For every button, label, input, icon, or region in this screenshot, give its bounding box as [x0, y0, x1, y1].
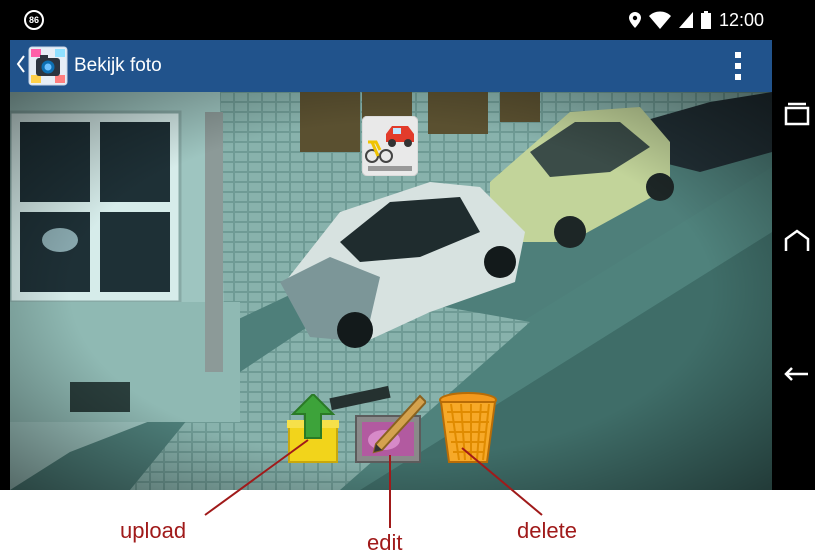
action-bar: Bekijk foto: [10, 40, 772, 92]
page-title: Bekijk foto: [74, 55, 162, 76]
status-bar: 86 12:00: [10, 0, 772, 40]
delete-annotation: delete: [517, 518, 577, 543]
status-time: 12:00: [718, 10, 764, 30]
status-icons: 12:00: [628, 8, 764, 32]
photo-view[interactable]: [10, 92, 772, 490]
screenshot-page: 86 12:00 Bekijk foto upload edit delete: [0, 0, 815, 560]
recents-icon[interactable]: [782, 102, 812, 132]
back-icon[interactable]: [782, 362, 812, 392]
car-type-icon[interactable]: [362, 116, 418, 176]
edit-annotation: edit: [367, 530, 403, 555]
edit-button[interactable]: [354, 394, 426, 466]
delete-button[interactable]: [437, 392, 499, 466]
signal-icon: [678, 12, 693, 28]
upload-annotation: upload: [120, 518, 187, 543]
navigation-bar: [772, 0, 815, 490]
location-icon: [628, 12, 641, 28]
phone-screen: 86 12:00 Bekijk foto: [0, 0, 815, 490]
notification-badge: 86: [24, 10, 44, 30]
upload-button[interactable]: [285, 394, 343, 464]
battery-icon: [700, 11, 711, 29]
app-icon[interactable]: [28, 46, 68, 86]
back-chevron-icon[interactable]: [14, 52, 28, 76]
overflow-menu-icon[interactable]: [730, 50, 746, 82]
wifi-icon: [648, 11, 671, 29]
home-icon[interactable]: [782, 225, 812, 255]
